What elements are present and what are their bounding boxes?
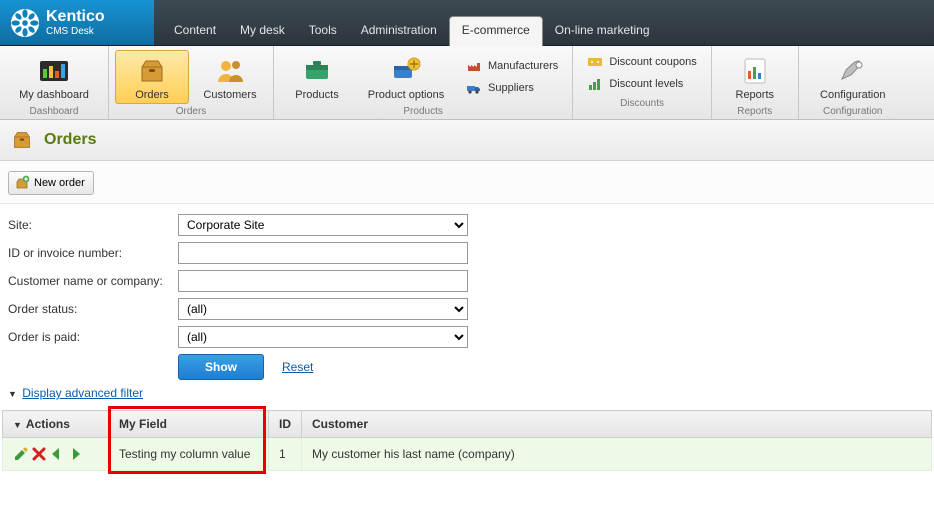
- cell-myfield: Testing my column value: [109, 438, 269, 471]
- grid-header-actions[interactable]: ▼Actions: [3, 411, 109, 438]
- paid-select[interactable]: (all): [178, 326, 468, 348]
- brand-name: Kentico: [46, 9, 105, 25]
- ribbon-group-reports: Reports Reports: [712, 46, 799, 119]
- filter-form: Site: Corporate Site ID or invoice numbe…: [0, 204, 934, 384]
- ribbon-group-label: Dashboard: [30, 106, 79, 117]
- ribbon-group-label: Configuration: [823, 106, 882, 117]
- edit-icon[interactable]: [13, 446, 29, 462]
- chevron-down-icon: ▼: [13, 420, 22, 430]
- brand-sub: CMS Desk: [46, 27, 105, 37]
- status-select[interactable]: (all): [178, 298, 468, 320]
- ribbon-group-label: Orders: [176, 106, 207, 117]
- reset-link[interactable]: Reset: [282, 360, 313, 374]
- topnav-content[interactable]: Content: [162, 17, 228, 45]
- ribbon-customers[interactable]: Customers: [193, 50, 267, 104]
- table-row: Testing my column value 1 My customer hi…: [3, 438, 932, 471]
- ribbon-group-label: Reports: [737, 106, 772, 117]
- ribbon-manufacturers[interactable]: Manufacturers: [462, 56, 562, 76]
- advanced-filter-label: Display advanced filter: [22, 386, 143, 400]
- ribbon-products-small: Manufacturers Suppliers: [458, 50, 566, 104]
- next-status-icon[interactable]: [67, 446, 83, 462]
- filter-label-site: Site:: [8, 218, 178, 232]
- show-button[interactable]: Show: [178, 354, 264, 380]
- ribbon-group-discounts: Discount coupons Discount levels Discoun…: [573, 46, 711, 119]
- id-input[interactable]: [178, 242, 468, 264]
- customer-input[interactable]: [178, 270, 468, 292]
- dashboard-icon: [38, 55, 70, 87]
- ribbon-item-label: Discount coupons: [609, 56, 696, 68]
- discount-levels-icon: [587, 76, 603, 92]
- row-actions: [13, 446, 98, 462]
- products-icon: [301, 55, 333, 87]
- page-title: Orders: [44, 131, 96, 149]
- topnav-online-marketing[interactable]: On-line marketing: [543, 17, 662, 45]
- ribbon-group-config: Configuration Configuration: [799, 46, 907, 119]
- topnav-ecommerce[interactable]: E-commerce: [449, 16, 543, 46]
- prev-status-icon[interactable]: [49, 446, 65, 462]
- ribbon-group-dashboard: My dashboard Dashboard: [0, 46, 109, 119]
- filter-label-status: Order status:: [8, 302, 178, 316]
- grid-header-customer[interactable]: Customer: [302, 411, 932, 438]
- ribbon-group-orders: Orders Customers Orders: [109, 46, 274, 119]
- brand-logo-icon: [10, 8, 40, 38]
- ribbon-item-label: Products: [295, 89, 338, 101]
- reports-icon: [739, 55, 771, 87]
- grid-header-id[interactable]: ID: [269, 411, 302, 438]
- add-icon: [14, 175, 30, 191]
- ribbon: My dashboard Dashboard Orders Customers …: [0, 46, 934, 120]
- ribbon-discounts-small: Discount coupons Discount levels: [579, 50, 704, 96]
- brand: Kentico CMS Desk: [0, 0, 154, 45]
- orders-icon: [136, 55, 168, 87]
- filter-label-paid: Order is paid:: [8, 330, 178, 344]
- configuration-icon: [837, 55, 869, 87]
- ribbon-reports[interactable]: Reports: [718, 50, 792, 104]
- ribbon-my-dashboard[interactable]: My dashboard: [6, 50, 102, 104]
- grid-header-myfield[interactable]: My Field: [109, 411, 269, 438]
- orders-grid: ▼Actions My Field ID Customer Testing my…: [2, 410, 932, 471]
- ribbon-products[interactable]: Products: [280, 50, 354, 104]
- topnav-mydesk[interactable]: My desk: [228, 17, 297, 45]
- app-header: Kentico CMS Desk Content My desk Tools A…: [0, 0, 934, 46]
- top-nav: Content My desk Tools Administration E-c…: [154, 0, 662, 45]
- delete-icon[interactable]: [31, 446, 47, 462]
- ribbon-configuration[interactable]: Configuration: [805, 50, 901, 104]
- ribbon-item-label: Configuration: [820, 89, 885, 101]
- manufacturers-icon: [466, 58, 482, 74]
- ribbon-item-label: Customers: [203, 89, 256, 101]
- page-toolbar: New order: [0, 161, 934, 204]
- new-order-button[interactable]: New order: [8, 171, 94, 195]
- suppliers-icon: [466, 80, 482, 96]
- site-select[interactable]: Corporate Site: [178, 214, 468, 236]
- product-options-icon: [390, 55, 422, 87]
- ribbon-item-label: Discount levels: [609, 78, 683, 90]
- ribbon-group-products: Products Product options Manufacturers: [274, 46, 573, 119]
- topnav-tools[interactable]: Tools: [297, 17, 349, 45]
- ribbon-item-label: My dashboard: [19, 89, 89, 101]
- filter-label-id: ID or invoice number:: [8, 246, 178, 260]
- button-label: New order: [34, 177, 85, 189]
- ribbon-group-label: Products: [403, 106, 442, 117]
- ribbon-group-label: Discounts: [620, 98, 664, 109]
- ribbon-item-label: Reports: [736, 89, 775, 101]
- ribbon-item-label: Suppliers: [488, 82, 534, 94]
- topnav-administration[interactable]: Administration: [349, 17, 449, 45]
- advanced-filter-toggle[interactable]: ▼ Display advanced filter: [0, 384, 934, 410]
- page-title-bar: Orders: [0, 120, 934, 161]
- ribbon-product-options[interactable]: Product options: [358, 50, 454, 104]
- discount-coupons-icon: [587, 54, 603, 70]
- ribbon-suppliers[interactable]: Suppliers: [462, 78, 562, 98]
- ribbon-discount-coupons[interactable]: Discount coupons: [583, 52, 700, 72]
- filter-label-customer: Customer name or company:: [8, 274, 178, 288]
- chevron-down-icon: ▼: [8, 389, 17, 399]
- ribbon-item-label: Product options: [368, 89, 444, 101]
- orders-icon: [10, 128, 34, 152]
- ribbon-discount-levels[interactable]: Discount levels: [583, 74, 700, 94]
- ribbon-item-label: Orders: [135, 89, 169, 101]
- cell-customer: My customer his last name (company): [302, 438, 932, 471]
- ribbon-orders[interactable]: Orders: [115, 50, 189, 104]
- cell-id: 1: [269, 438, 302, 471]
- brand-text: Kentico CMS Desk: [46, 9, 105, 37]
- customers-icon: [214, 55, 246, 87]
- ribbon-item-label: Manufacturers: [488, 60, 558, 72]
